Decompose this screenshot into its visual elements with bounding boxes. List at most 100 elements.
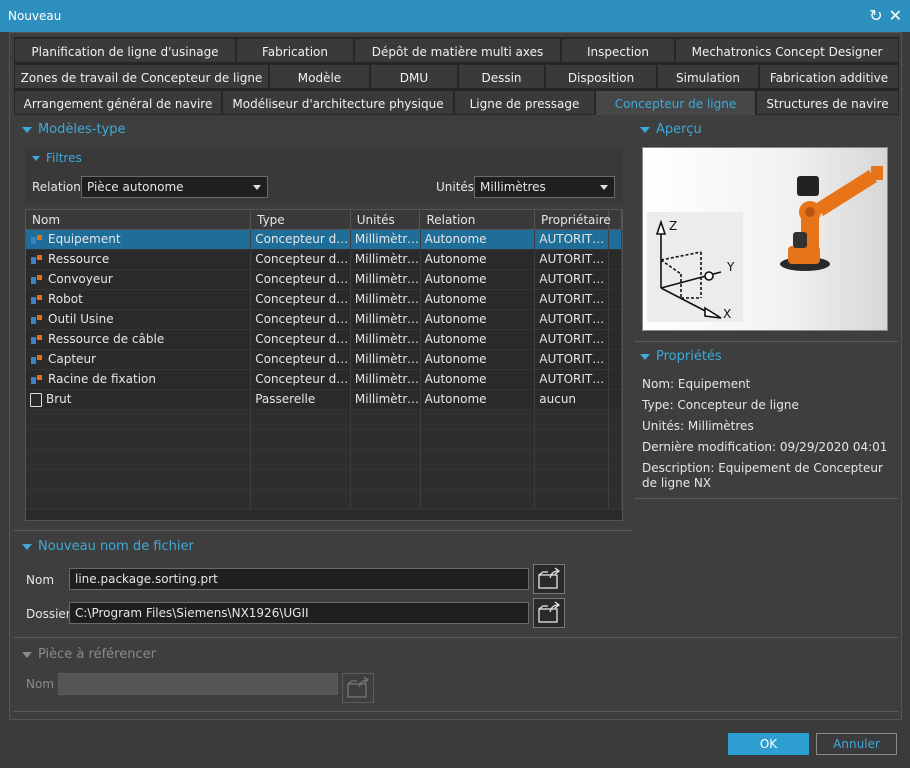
cell-units: Millimètres	[351, 310, 421, 329]
browse-folder-button[interactable]	[533, 598, 565, 628]
empty-cell	[609, 450, 622, 469]
properties-header[interactable]: Propriétés	[640, 349, 722, 364]
cell-name: Brut	[26, 390, 252, 409]
new-file-header[interactable]: Nouveau nom de fichier	[22, 539, 194, 554]
tab-dessin[interactable]: Dessin	[458, 63, 545, 89]
robot-preview-svg: Z Y X	[647, 166, 883, 322]
templates-header[interactable]: Modèles-type	[22, 122, 126, 137]
empty-cell	[26, 430, 252, 449]
row-name: Robot	[48, 292, 83, 306]
table-row[interactable]: Ressource de câble Concepteur de ... Milli…	[26, 330, 622, 350]
table-header: Nom Type Unités Relation Propriétaire	[26, 210, 622, 230]
table-row[interactable]: Ressource Concepteur de ... Millimètres Aut…	[26, 250, 622, 270]
column-header[interactable]: Relation	[420, 210, 536, 229]
cell-spacer	[609, 350, 622, 369]
divider	[14, 530, 632, 531]
svg-text:Z: Z	[669, 219, 677, 233]
cell-relation: Autonome	[421, 290, 536, 309]
empty-cell	[421, 450, 536, 469]
cell-relation: Autonome	[421, 370, 536, 389]
collapse-icon	[640, 126, 650, 133]
preview-heading: Aperçu	[656, 122, 702, 137]
cell-type: Concepteur de ...	[251, 270, 351, 289]
file-name-input[interactable]: line.package.sorting.prt	[69, 568, 529, 590]
table-row[interactable]: Capteur Concepteur de ... Millimètres Auton…	[26, 350, 622, 370]
tab-simulation[interactable]: Simulation	[657, 63, 759, 89]
empty-cell	[535, 410, 610, 429]
folder-input[interactable]: C:\Program Files\Siemens\NX1926\UGII	[69, 602, 529, 624]
column-header[interactable]: Nom	[26, 210, 252, 229]
empty-cell	[421, 430, 536, 449]
tab-inspection[interactable]: Inspection	[561, 37, 675, 63]
cell-owner: AUTORITE ...	[535, 310, 610, 329]
column-header[interactable]: Type	[251, 210, 351, 229]
cell-relation: Autonome	[421, 330, 536, 349]
tab-row-3: Arrangement général de navire Modéliseur…	[14, 89, 899, 115]
cell-name: Convoyeur	[26, 270, 252, 289]
tab-modele[interactable]: Modèle	[269, 63, 370, 89]
cancel-button[interactable]: Annuler	[816, 733, 897, 755]
tab-dmu[interactable]: DMU	[370, 63, 458, 89]
row-name: Racine de fixation	[48, 372, 156, 386]
preview-header[interactable]: Aperçu	[640, 122, 702, 137]
table-row[interactable]: Robot Concepteur de ... Millimètres Autonom…	[26, 290, 622, 310]
empty-cell	[251, 470, 351, 489]
browse-file-button[interactable]	[533, 564, 565, 594]
tab-disposition[interactable]: Disposition	[545, 63, 657, 89]
part-icon	[30, 254, 44, 266]
cell-spacer	[609, 290, 622, 309]
cell-units: Millimètres	[351, 250, 421, 269]
properties-heading: Propriétés	[656, 349, 722, 364]
cell-units: Millimètres	[351, 330, 421, 349]
file-name-label: Nom	[26, 573, 55, 587]
reset-icon[interactable]: ↻	[869, 6, 882, 25]
tab-fabrication-additive[interactable]: Fabrication additive	[759, 63, 899, 89]
cell-name: Outil Usine	[26, 310, 252, 329]
filters-header[interactable]: Filtres	[32, 151, 82, 165]
part-icon	[30, 314, 44, 326]
empty-row	[26, 470, 622, 490]
close-icon[interactable]: ✕	[889, 6, 902, 25]
empty-cell	[535, 430, 610, 449]
title-bar: Nouveau ↻ ✕	[0, 0, 910, 32]
table-row[interactable]: Brut Passerelle Millimètres Autonome aucun	[26, 390, 622, 410]
tab-ligne-pressage[interactable]: Ligne de pressage	[454, 89, 595, 115]
tab-arrangement-navire[interactable]: Arrangement général de navire	[14, 89, 222, 115]
tab-mechatronics[interactable]: Mechatronics Concept Designer	[675, 37, 899, 63]
tab-structures-navire[interactable]: Structures de navire	[756, 89, 899, 115]
reference-name-label: Nom	[26, 677, 55, 691]
tab-fabrication[interactable]: Fabrication	[236, 37, 354, 63]
browse-reference-button[interactable]	[342, 673, 374, 703]
reference-name-input[interactable]	[58, 673, 338, 695]
ok-button[interactable]: OK	[728, 733, 809, 755]
row-name: Brut	[46, 392, 72, 406]
cell-spacer	[609, 370, 622, 389]
row-name: Outil Usine	[48, 312, 114, 326]
relation-select[interactable]: Pièce autonome	[81, 176, 268, 198]
tab-depot-matiere[interactable]: Dépôt de matière multi axes	[354, 37, 561, 63]
relation-label: Relation	[32, 180, 81, 194]
reference-header[interactable]: Pièce à référencer	[22, 647, 156, 662]
empty-cell	[351, 490, 421, 509]
units-label: Unités	[436, 180, 475, 194]
units-select[interactable]: Millimètres	[474, 176, 615, 198]
row-name: Convoyeur	[48, 272, 113, 286]
new-file-heading: Nouveau nom de fichier	[38, 539, 194, 554]
cell-relation: Autonome	[421, 390, 536, 409]
collapse-icon	[22, 126, 32, 133]
folder-open-icon	[538, 567, 561, 589]
column-header[interactable]: Propriétaire	[535, 210, 611, 229]
empty-cell	[26, 450, 252, 469]
column-header[interactable]: Unités	[351, 210, 421, 229]
table-row[interactable]: Outil Usine Concepteur de ... Millimètres A…	[26, 310, 622, 330]
empty-cell	[251, 450, 351, 469]
tab-concepteur-ligne[interactable]: Concepteur de ligne	[595, 89, 756, 115]
table-row[interactable]: Equipement Concepteur de ... Millimètres Au…	[26, 230, 622, 250]
table-row[interactable]: Convoyeur Concepteur de ... Millimètres Aut…	[26, 270, 622, 290]
cell-relation: Autonome	[421, 310, 536, 329]
robot-arm-icon	[780, 166, 883, 271]
tab-planification[interactable]: Planification de ligne d'usinage	[14, 37, 236, 63]
tab-zones-travail[interactable]: Zones de travail de Concepteur de ligne	[14, 63, 269, 89]
table-row[interactable]: Racine de fixation Concepteur de ... Milli…	[26, 370, 622, 390]
tab-architecture-physique[interactable]: Modéliseur d'architecture physique	[222, 89, 454, 115]
